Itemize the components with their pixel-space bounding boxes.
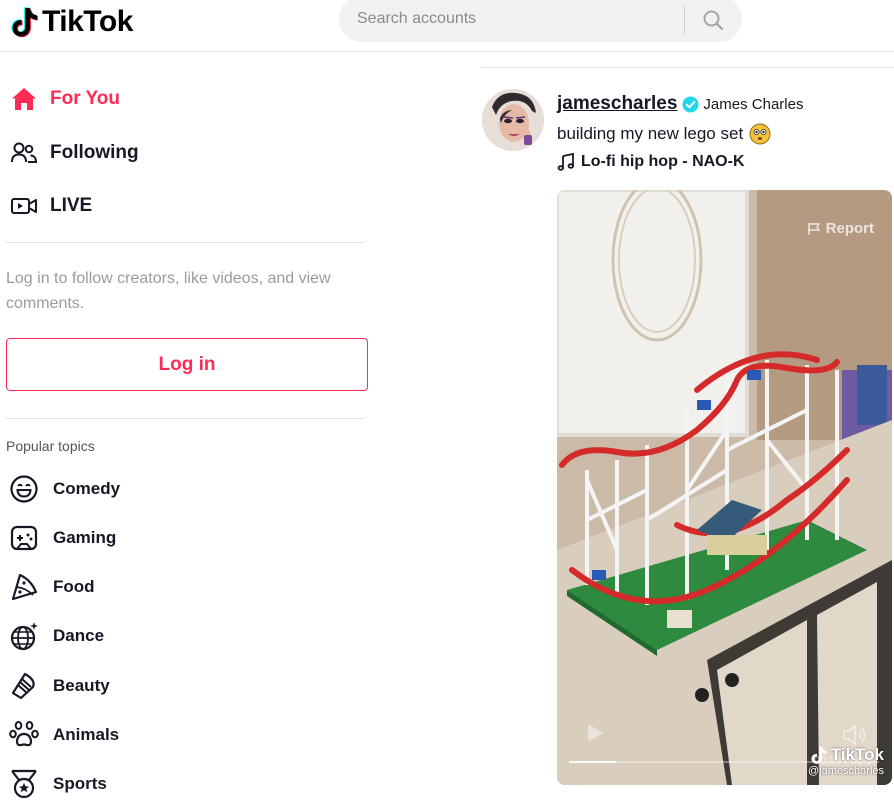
- flag-icon: [807, 222, 820, 235]
- topic-label: Animals: [53, 725, 120, 744]
- nav-label: LIVE: [50, 195, 93, 216]
- report-label: Report: [825, 220, 874, 237]
- music-note-icon: [557, 153, 574, 171]
- search-icon: [703, 10, 724, 31]
- following-icon: [10, 139, 38, 167]
- flushed-face-emoji-icon: [749, 123, 771, 145]
- divider: [6, 418, 364, 419]
- topic-food[interactable]: Food: [8, 569, 95, 605]
- post-caption: building my new lego set: [557, 123, 771, 145]
- verified-badge-icon: [682, 95, 699, 113]
- animals-icon: [8, 719, 40, 751]
- tiktok-logo[interactable]: TikTok: [10, 2, 133, 42]
- login-button[interactable]: Log in: [6, 338, 368, 391]
- food-icon: [8, 571, 40, 603]
- nav-label: For You: [50, 88, 121, 109]
- nav-for-you[interactable]: For You: [10, 79, 120, 119]
- login-hint: Log in to follow creators, like videos, …: [6, 270, 331, 312]
- video-frame: [557, 190, 892, 785]
- topics-title: Popular topics: [6, 438, 95, 454]
- divider: [6, 242, 364, 243]
- volume-icon[interactable]: [842, 723, 868, 747]
- topic-comedy[interactable]: Comedy: [8, 471, 120, 507]
- logo-text: TikTok: [42, 5, 133, 38]
- video-progress-fill: [569, 761, 616, 763]
- topic-label: Food: [53, 577, 95, 596]
- topic-label: Gaming: [53, 528, 117, 547]
- topic-label: Comedy: [53, 479, 121, 498]
- search-divider: [684, 6, 685, 34]
- top-header: TikTok: [0, 0, 894, 52]
- watermark-handle: @jamescharles: [808, 765, 884, 777]
- caption-text: building my new lego set: [557, 124, 744, 143]
- music-link[interactable]: Lo-fi hip hop - NAO-K: [557, 153, 745, 171]
- play-icon[interactable]: [585, 722, 605, 744]
- watermark-text: TikTok: [830, 745, 884, 764]
- nickname: James Charles: [703, 95, 804, 113]
- tiktok-logo-icon: [11, 7, 38, 38]
- topic-label: Beauty: [53, 676, 110, 695]
- nav-following[interactable]: Following: [10, 133, 139, 173]
- search-bar: [339, 0, 742, 42]
- video-player[interactable]: Report 00:00 / 00:37 TikTok @jamescharle…: [557, 190, 892, 785]
- topic-dance[interactable]: Dance: [8, 618, 104, 654]
- topic-sports[interactable]: Sports: [8, 766, 107, 802]
- avatar[interactable]: [482, 89, 544, 151]
- topic-label: Sports: [53, 774, 107, 793]
- dance-icon: [8, 620, 40, 652]
- username-link[interactable]: jamescharles: [557, 93, 677, 115]
- watermark-logo: TikTok: [808, 745, 884, 765]
- report-button[interactable]: Report: [807, 220, 874, 237]
- post-header: jamescharles James Charles: [557, 93, 803, 115]
- beauty-icon: [8, 670, 40, 702]
- topic-gaming[interactable]: Gaming: [8, 520, 116, 556]
- live-icon: [10, 192, 38, 220]
- search-button[interactable]: [695, 2, 731, 38]
- topic-label: Dance: [53, 626, 105, 645]
- tiktok-watermark: TikTok @jamescharles: [808, 745, 884, 777]
- music-title: Lo-fi hip hop - NAO-K: [581, 153, 745, 170]
- topic-beauty[interactable]: Beauty: [8, 668, 110, 704]
- nav-label: Following: [50, 142, 139, 163]
- gaming-icon: [8, 522, 40, 554]
- topic-animals[interactable]: Animals: [8, 717, 119, 753]
- home-icon: [10, 85, 38, 113]
- tiktok-logo-icon: [811, 746, 826, 764]
- feed-divider: [481, 67, 894, 68]
- search-input[interactable]: [357, 0, 677, 42]
- nav-live[interactable]: LIVE: [10, 186, 92, 226]
- sports-icon: [8, 768, 40, 800]
- comedy-icon: [8, 473, 40, 505]
